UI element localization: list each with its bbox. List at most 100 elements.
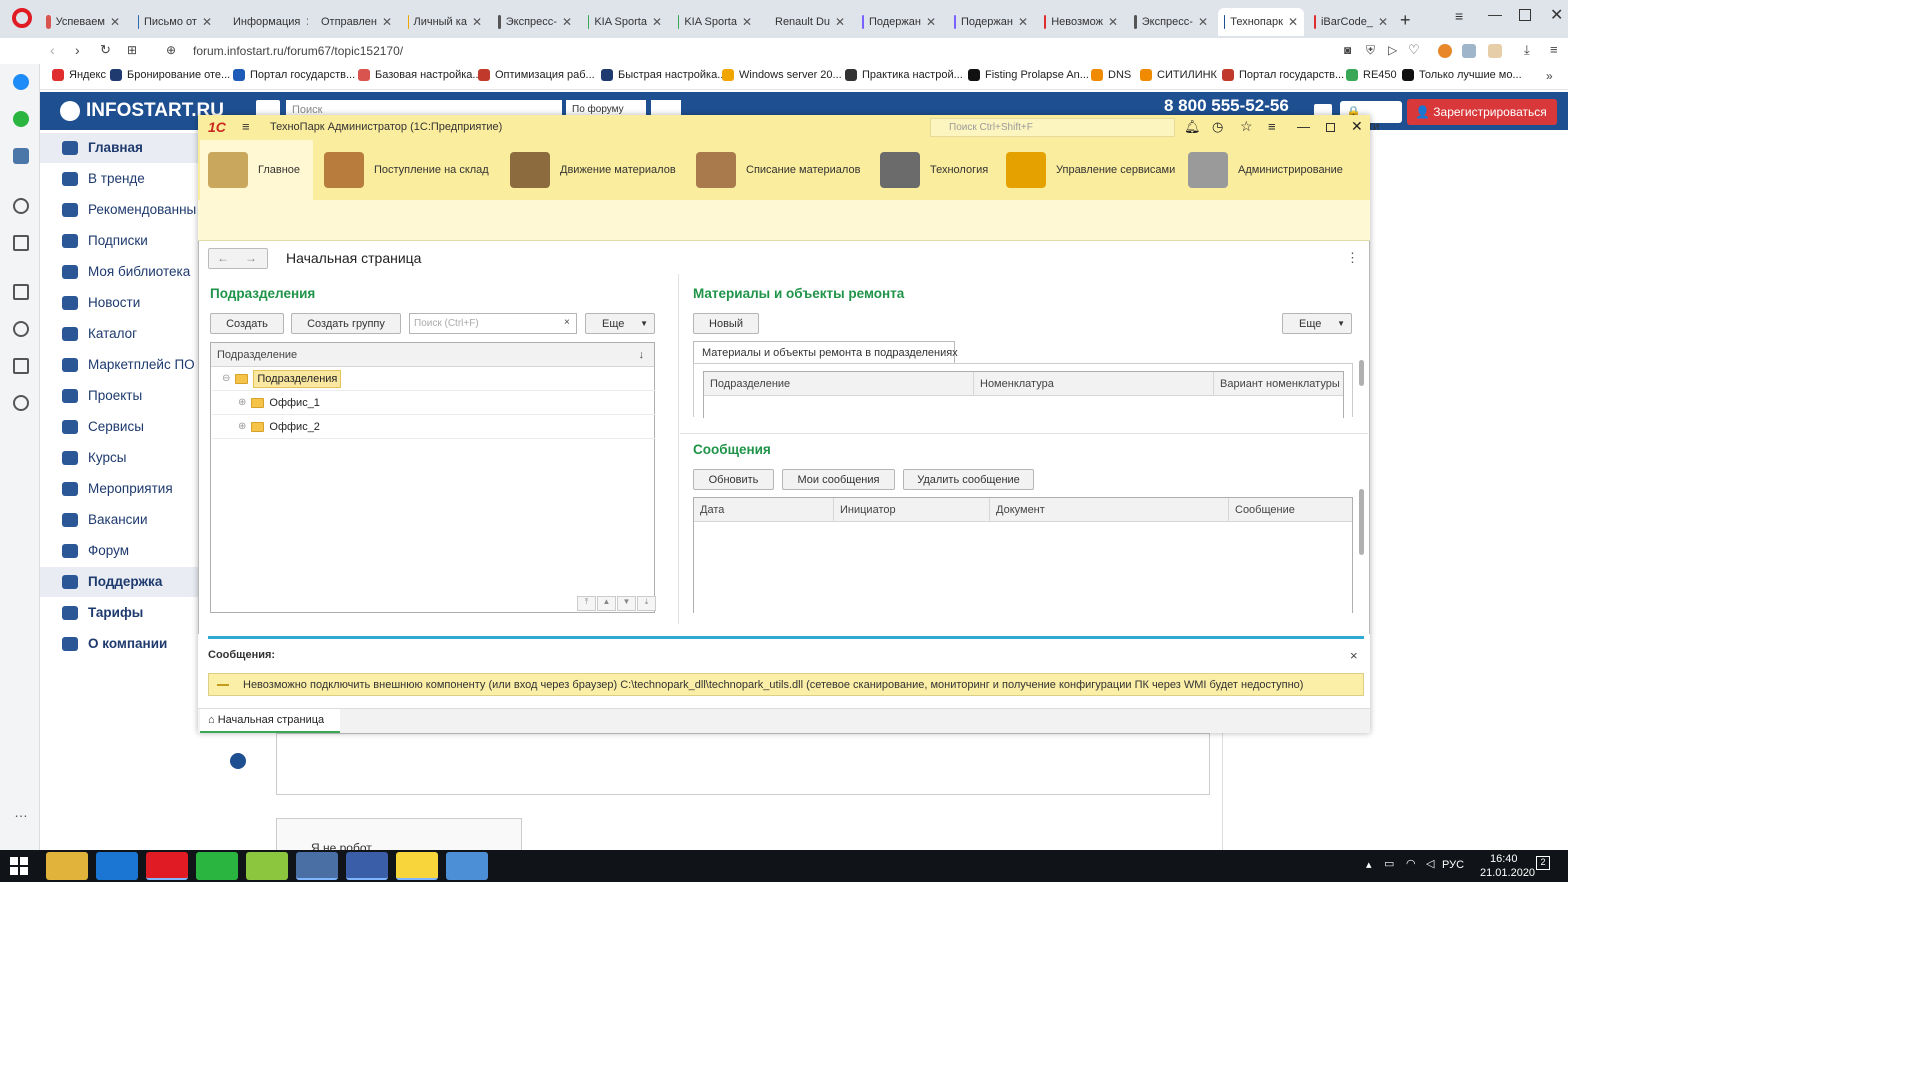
floppy-icon[interactable]	[346, 852, 388, 880]
close-tab-icon[interactable]: ✕	[202, 15, 212, 29]
bell-icon[interactable]: 🔔︎	[1184, 119, 1201, 135]
file-explorer-icon[interactable]	[46, 852, 88, 880]
shield-icon[interactable]: ⛨	[1366, 43, 1375, 58]
subdivisions-more-button[interactable]: Еще ▼	[585, 313, 655, 334]
more-bookmarks-icon[interactable]: »	[1546, 69, 1553, 83]
vk-icon[interactable]	[13, 148, 29, 164]
close-tab-icon[interactable]: ✕	[382, 15, 392, 29]
sidebar-nav-item[interactable]: Курсы	[62, 450, 126, 465]
bookmark-item[interactable]: Fisting Prolapse An...	[968, 69, 1089, 81]
whatsapp-icon[interactable]	[13, 111, 29, 127]
scrollbar[interactable]	[1359, 348, 1365, 410]
scrollbar[interactable]	[1359, 477, 1365, 609]
close-icon[interactable]: ✕	[1550, 5, 1563, 25]
speed-dial-icon[interactable]: ⊞	[127, 43, 137, 57]
section-item[interactable]: Поступление на склад	[316, 140, 497, 200]
column-header[interactable]: Подразделение	[211, 349, 297, 361]
column-header[interactable]: Инициатор	[834, 498, 990, 522]
section-item[interactable]: Главное	[200, 140, 313, 200]
back-arrow-icon[interactable]: ←	[217, 251, 229, 265]
browser-tab[interactable]: KIA Sporta ✕	[582, 8, 668, 36]
browser-tab[interactable]: Подержан ✕	[856, 8, 942, 36]
search-icon[interactable]	[13, 198, 29, 214]
sidebar-nav-item[interactable]: Тарифы	[62, 605, 143, 620]
page-more-icon[interactable]: ⋮	[1346, 250, 1359, 266]
browser-tab[interactable]: Информация ✕	[222, 8, 308, 36]
maximize-icon[interactable]	[1326, 123, 1335, 132]
network-app-icon[interactable]	[446, 852, 488, 880]
send-icon[interactable]	[13, 235, 29, 251]
back-icon[interactable]: ‹	[50, 42, 55, 58]
expand-icon[interactable]: ⊕	[238, 421, 246, 432]
heart-icon[interactable]: ♡	[1408, 42, 1420, 58]
windows-start-icon[interactable]	[10, 857, 28, 875]
section-item[interactable]: Списание материалов	[688, 140, 868, 200]
new-button[interactable]: Новый	[693, 313, 759, 334]
sidebar-nav-item[interactable]: Проекты	[62, 388, 142, 403]
sort-icon[interactable]: ↓	[639, 349, 645, 361]
expand-icon[interactable]: ⊖	[222, 373, 230, 384]
column-header[interactable]: Документ	[990, 498, 1229, 522]
app-search-input[interactable]: Поиск Ctrl+Shift+F	[930, 118, 1175, 137]
bookmark-item[interactable]: Портал государств...	[1222, 69, 1344, 81]
close-tab-icon[interactable]: ✕	[562, 15, 572, 29]
close-messages-icon[interactable]: ×	[1350, 648, 1358, 663]
whatsapp-icon[interactable]	[196, 852, 238, 880]
scroll-top-icon[interactable]: ⤒	[577, 596, 596, 611]
table-row[interactable]: ⊖ Подразделения	[212, 367, 655, 391]
bookmark-item[interactable]: Яндекс	[52, 69, 106, 81]
history-icon[interactable]	[13, 395, 29, 411]
browser-tab[interactable]: Подержан ✕	[948, 8, 1034, 36]
close-tab-icon[interactable]: ✕	[1108, 15, 1118, 29]
extension-icon[interactable]	[1488, 44, 1502, 58]
bookmark-item[interactable]: Windows server 20...	[722, 69, 842, 81]
settings-icon[interactable]: ≡	[1268, 119, 1276, 134]
new-tab-button[interactable]: +	[1400, 10, 1411, 31]
language[interactable]: РУС	[1442, 859, 1464, 871]
sidebar-nav-item[interactable]: Каталог	[62, 326, 137, 341]
minimize-icon[interactable]: —	[1488, 6, 1502, 22]
refresh-button[interactable]: Обновить	[693, 469, 774, 490]
browser-tab[interactable]: KIA Sporta ✕	[672, 8, 758, 36]
sidebar-nav-item[interactable]: Маркетплейс ПО	[62, 357, 195, 372]
sidebar-nav-item[interactable]: Вакансии	[62, 512, 148, 527]
delete-message-button[interactable]: Удалить сообщение	[903, 469, 1034, 490]
sidebar-nav-item[interactable]: В тренде	[62, 171, 145, 186]
close-tab-icon[interactable]: ✕	[472, 15, 482, 29]
close-icon[interactable]: ✕	[1351, 118, 1363, 135]
bookmark-item[interactable]: DNS	[1091, 69, 1131, 81]
extension-icon[interactable]	[1438, 44, 1452, 58]
sidebar-nav-item[interactable]: Сервисы	[62, 419, 144, 434]
browser-tab[interactable]: Письмо от ✕	[132, 8, 218, 36]
close-tab-icon[interactable]: ✕	[1378, 15, 1388, 29]
clear-icon[interactable]: ×	[564, 317, 570, 328]
create-button[interactable]: Создать	[210, 313, 284, 334]
browser-tab[interactable]: Экспресс- ✕	[492, 8, 578, 36]
opera-logo-icon[interactable]	[12, 8, 32, 28]
sidebar-nav-item[interactable]: Поддержка	[62, 574, 162, 589]
monitor-icon[interactable]: ▭	[1384, 857, 1394, 870]
collapse-icon[interactable]	[224, 748, 252, 776]
subdivisions-search-input[interactable]: Поиск (Ctrl+F) ×	[409, 313, 577, 334]
materials-tab[interactable]: Материалы и объекты ремонта в подразделе…	[693, 341, 958, 364]
bookmark-item[interactable]: RE450	[1346, 69, 1397, 81]
close-tab-icon[interactable]: ✕	[305, 15, 308, 29]
messenger-icon[interactable]	[13, 74, 29, 90]
browser-tab[interactable]: Экспресс- ✕	[1128, 8, 1214, 36]
expand-icon[interactable]: ⊕	[238, 397, 246, 408]
close-tab-icon[interactable]: ✕	[835, 15, 845, 29]
bookmark-item[interactable]: СИТИЛИНК	[1140, 69, 1217, 81]
notifications-icon[interactable]: 2	[1536, 856, 1550, 870]
sidebar-nav-item[interactable]: О компании	[62, 636, 167, 651]
url-field[interactable]: forum.infostart.ru/forum67/topic152170/	[193, 44, 403, 58]
news-icon[interactable]	[13, 358, 29, 374]
forward-icon[interactable]: ›	[75, 42, 80, 58]
browser-tab[interactable]: Личный ка ✕	[402, 8, 488, 36]
bookmark-item[interactable]: Практика настрой...	[845, 69, 963, 81]
sidebar-nav-item[interactable]: Подписки	[62, 233, 148, 248]
tab-home[interactable]: ⌂ Начальная страница	[200, 709, 340, 733]
browser-tab[interactable]: Отправлен ✕	[310, 8, 396, 36]
bookmark-item[interactable]: Быстрая настройка...	[601, 69, 726, 81]
browser-tab[interactable]: Невозмож ✕	[1038, 8, 1124, 36]
column-header[interactable]: Номенклатура	[974, 372, 1214, 396]
